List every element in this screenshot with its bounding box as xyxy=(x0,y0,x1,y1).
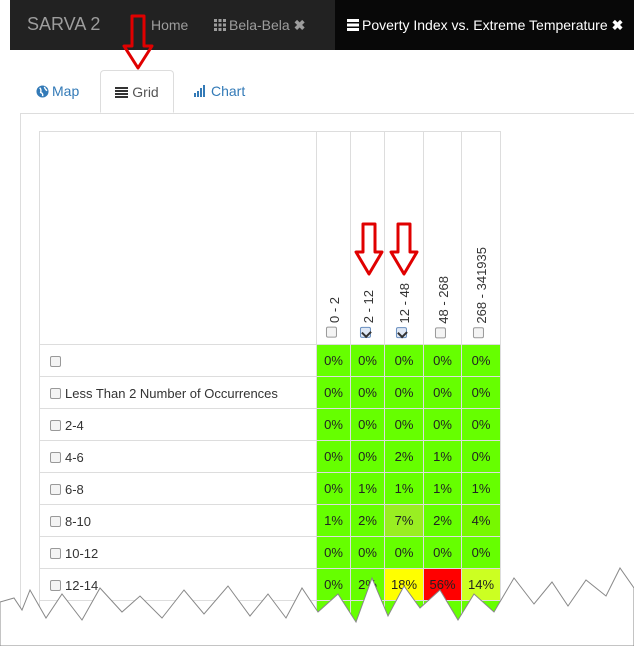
nav-active-tab[interactable]: Poverty Index vs. Extreme Temperature ✖ xyxy=(335,0,634,50)
nav-home[interactable]: Home xyxy=(148,0,188,50)
close-tab-icon[interactable]: ✖ xyxy=(294,17,306,33)
grid-cell: 0% xyxy=(461,408,501,441)
row-checkbox[interactable] xyxy=(50,451,61,463)
grid-cell: 2% xyxy=(384,440,424,473)
list-icon xyxy=(115,87,129,98)
grid-cell: 1% xyxy=(350,472,385,505)
row-label: 4-6 xyxy=(65,449,84,465)
tab-chart-label: Chart xyxy=(211,83,246,99)
grid-cell: 0% xyxy=(461,344,501,377)
column-header[interactable]: 0 - 2 xyxy=(316,131,351,345)
grid-table: 0 - 2 2 - 12 12 - 48 48 - 268 268 - 3419… xyxy=(39,131,501,633)
column-header[interactable]: 48 - 268 xyxy=(423,131,462,345)
view-tabs: Map Grid Chart xyxy=(20,70,634,114)
row-header[interactable]: 4-6 xyxy=(39,440,317,473)
tab-map[interactable]: Map xyxy=(36,70,79,112)
annotation-arrow-down-icon xyxy=(389,222,419,276)
column-label: 0 - 2 xyxy=(326,297,342,324)
row-checkbox[interactable] xyxy=(50,355,61,367)
row-label: 8-10 xyxy=(65,513,92,529)
grid-cell: 0% xyxy=(461,440,501,473)
table-row: 6-8 0% 1% 1% 1% 1% xyxy=(39,472,501,505)
brand-title[interactable]: SARVA 2 xyxy=(27,14,100,35)
grid-cell: 0% xyxy=(316,408,351,441)
row-header[interactable] xyxy=(39,344,317,377)
grid-cell: 4% xyxy=(461,504,501,537)
row-checkbox[interactable] xyxy=(50,419,61,431)
grid-cell: 0% xyxy=(461,376,501,409)
grid-cell: 0% xyxy=(350,408,385,441)
column-label: 2 - 12 xyxy=(360,290,376,324)
row-checkbox[interactable] xyxy=(50,515,61,527)
grid-cell: 0% xyxy=(316,344,351,377)
grid-cell: 0% xyxy=(384,344,424,377)
grid-cell: 0% xyxy=(384,376,424,409)
row-label: 10-12 xyxy=(65,545,99,561)
grid-cell: 7% xyxy=(384,504,424,537)
annotation-arrow-down-icon xyxy=(354,222,384,276)
row-checkbox[interactable] xyxy=(50,547,61,559)
column-label: 268 - 341935 xyxy=(473,246,489,324)
row-label: Less Than 2 Number of Occurrences xyxy=(65,385,278,401)
nav-home-label: Home xyxy=(151,17,189,33)
row-header[interactable]: 6-8 xyxy=(39,472,317,505)
table-row: 8-10 1% 2% 7% 2% 4% xyxy=(39,504,501,537)
tab-grid[interactable]: Grid xyxy=(100,70,174,113)
column-checkbox[interactable] xyxy=(396,327,408,338)
table-row: 4-6 0% 0% 2% 1% 0% xyxy=(39,440,501,473)
row-header[interactable]: Less Than 2 Number of Occurrences xyxy=(39,376,317,409)
row-label: 2-4 xyxy=(65,417,84,433)
row-header[interactable]: 8-10 xyxy=(39,504,317,537)
row-checkbox[interactable] xyxy=(50,387,61,399)
grid-cell: 1% xyxy=(384,472,424,505)
tab-grid-label: Grid xyxy=(132,84,159,100)
grid-cell: 1% xyxy=(423,440,462,473)
grid-cell: 2% xyxy=(350,504,385,537)
column-checkbox[interactable] xyxy=(434,327,446,338)
column-checkbox[interactable] xyxy=(359,327,371,338)
annotation-arrow-down-icon xyxy=(122,14,154,70)
column-checkbox[interactable] xyxy=(325,327,337,338)
table-row: Less Than 2 Number of Occurrences 0% 0% 0% 0… xyxy=(39,376,501,409)
tab-map-label: Map xyxy=(52,83,80,99)
row-header[interactable]: 2-4 xyxy=(39,408,317,441)
grid-cell: 0% xyxy=(350,376,385,409)
grid-cell: 0% xyxy=(316,472,351,505)
grid-cell: 0% xyxy=(350,440,385,473)
grid-cell: 1% xyxy=(461,472,501,505)
corner-cell xyxy=(39,131,317,345)
column-header[interactable]: 268 - 341935 xyxy=(461,131,501,345)
header-row: 0 - 2 2 - 12 12 - 48 48 - 268 268 - 3419… xyxy=(39,131,501,345)
grid-cell: 2% xyxy=(423,504,462,537)
top-navbar: SARVA 2 Home Bela-Bela ✖ Poverty Index vs… xyxy=(10,0,634,50)
column-label: 48 - 268 xyxy=(435,275,451,324)
grid-cell: 0% xyxy=(350,344,385,377)
bar-chart-icon xyxy=(194,85,205,97)
globe-icon xyxy=(36,85,49,98)
grid-cell: 1% xyxy=(316,504,351,537)
nav-bela-bela[interactable]: Bela-Bela ✖ xyxy=(214,0,305,50)
nav-active-label: Poverty Index vs. Extreme Temperature xyxy=(362,17,608,33)
table-row: 0% 0% 0% 0% 0% xyxy=(39,344,501,377)
grid-cell: 0% xyxy=(316,440,351,473)
grid-cell: 0% xyxy=(384,408,424,441)
close-tab-icon[interactable]: ✖ xyxy=(612,17,624,33)
table-row: 2-4 0% 0% 0% 0% 0% xyxy=(39,408,501,441)
row-label: 6-8 xyxy=(65,481,84,497)
grid-cell: 1% xyxy=(423,472,462,505)
column-checkbox[interactable] xyxy=(473,327,485,338)
grid-cell: 0% xyxy=(423,408,462,441)
row-checkbox[interactable] xyxy=(50,483,61,495)
grid-cell: 0% xyxy=(423,344,462,377)
grid-cell: 0% xyxy=(423,376,462,409)
tab-chart[interactable]: Chart xyxy=(194,70,245,112)
list-icon xyxy=(347,1,359,51)
grid-icon xyxy=(214,1,226,51)
torn-edge-overlay xyxy=(0,567,634,646)
nav-bela-label: Bela-Bela xyxy=(229,17,290,33)
grid-cell: 0% xyxy=(316,376,351,409)
column-label: 12 - 48 xyxy=(396,282,412,324)
